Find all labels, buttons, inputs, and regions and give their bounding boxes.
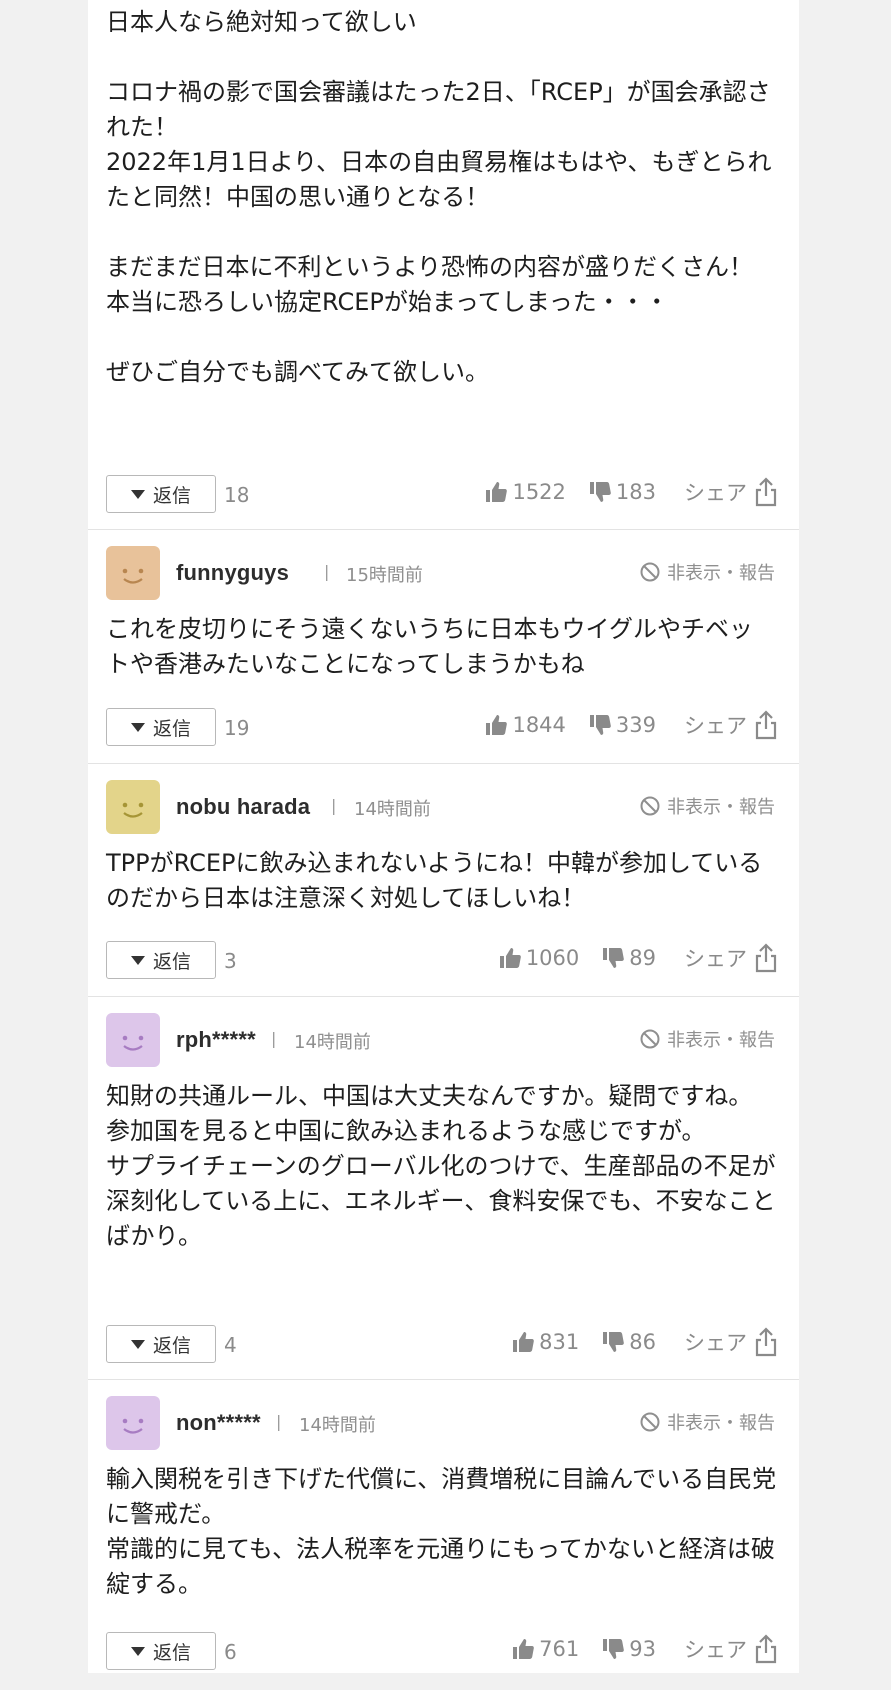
hide-report-link[interactable]: 非表示・報告	[639, 1026, 775, 1052]
comment-body: 日本人なら絶対知って欲しい コロナ禍の影で国会審議はたった2日、「RCEP」が国…	[106, 8, 772, 386]
comment-item: nobu harada | 14時間前 非表示・報告 TPPがRCEPに飲み込ま…	[88, 764, 799, 997]
reply-button[interactable]: 返信	[106, 1325, 216, 1363]
comment-item: 日本人なら絶対知って欲しい コロナ禍の影で国会審議はたった2日、「RCEP」が国…	[88, 0, 799, 530]
comment-actions: 返信 4 831 86 シェア	[106, 1325, 777, 1367]
vote-bar: 761 93 シェア	[511, 1634, 777, 1664]
comment-actions: 返信 19 1844 339 シェア	[106, 708, 777, 750]
thumbs-down-icon	[589, 482, 611, 502]
share-button[interactable]: シェア	[684, 477, 777, 507]
divider: |	[331, 796, 337, 815]
avatar[interactable]	[106, 1013, 160, 1067]
timestamp: 14時間前	[354, 799, 431, 820]
caret-down-icon	[130, 722, 145, 732]
hide-report-link[interactable]: 非表示・報告	[639, 793, 775, 819]
dislike-button[interactable]: 339	[588, 713, 656, 737]
reply-count: 6	[224, 1640, 237, 1664]
thumbs-down-icon	[603, 1639, 625, 1659]
like-button[interactable]: 1522	[484, 480, 566, 504]
thumbs-up-icon	[486, 715, 508, 735]
username[interactable]: funnyguys	[176, 560, 289, 586]
block-icon	[640, 796, 660, 816]
smiley-avatar-icon	[106, 1396, 160, 1450]
vote-bar: 831 86 シェア	[511, 1327, 777, 1357]
comment-item: non***** | 14時間前 非表示・報告 輸入関税を引き下げた代償に、消費…	[88, 1380, 799, 1690]
reply-button[interactable]: 返信	[106, 475, 216, 513]
like-button[interactable]: 1844	[484, 713, 566, 737]
thumbs-up-icon	[513, 1639, 535, 1659]
like-button[interactable]: 1060	[498, 946, 579, 970]
comment-header: rph***** | 14時間前 非表示・報告	[106, 1013, 775, 1069]
caret-down-icon	[130, 1646, 145, 1656]
block-icon	[640, 1029, 660, 1049]
dislike-button[interactable]: 89	[601, 946, 656, 970]
smiley-avatar-icon	[106, 546, 160, 600]
reply-count: 19	[224, 716, 250, 740]
comment-header: non***** | 14時間前 非表示・報告	[106, 1396, 775, 1452]
thumbs-up-icon	[513, 1332, 535, 1352]
share-button[interactable]: シェア	[684, 943, 777, 973]
comment-feed: 日本人なら絶対知って欲しい コロナ禍の影で国会審議はたった2日、「RCEP」が国…	[88, 0, 799, 1673]
caret-down-icon	[130, 955, 145, 965]
comment-header: funnyguys | 15時間前 非表示・報告	[106, 546, 775, 602]
block-icon	[640, 562, 660, 582]
vote-bar: 1522 183 シェア	[484, 477, 777, 507]
timestamp: 15時間前	[346, 565, 423, 586]
reply-count: 3	[224, 949, 237, 973]
comment-actions: 返信 3 1060 89 シェア	[106, 941, 777, 983]
like-button[interactable]: 831	[511, 1330, 579, 1354]
thumbs-up-icon	[499, 948, 521, 968]
like-button[interactable]: 761	[511, 1637, 579, 1661]
dislike-button[interactable]: 183	[588, 480, 656, 504]
thumbs-down-icon	[603, 1332, 625, 1352]
reply-button[interactable]: 返信	[106, 1632, 216, 1670]
timestamp: 14時間前	[299, 1415, 376, 1436]
share-icon	[755, 1327, 777, 1357]
thumbs-down-icon	[589, 715, 611, 735]
comment-actions: 返信 6 761 93 シェア	[106, 1632, 777, 1674]
divider: |	[276, 1412, 282, 1431]
reply-count: 18	[224, 483, 250, 507]
smiley-avatar-icon	[106, 1013, 160, 1067]
hide-report-link[interactable]: 非表示・報告	[639, 1409, 775, 1435]
comment-actions: 返信 18 1522 183 シェア	[106, 475, 777, 517]
hide-report-link[interactable]: 非表示・報告	[639, 559, 775, 585]
caret-down-icon	[130, 1339, 145, 1349]
block-icon	[640, 1412, 660, 1432]
smiley-avatar-icon	[106, 780, 160, 834]
share-icon	[755, 477, 777, 507]
comment-body: 知財の共通ルール、中国は大丈夫なんですか。疑問ですね。 参加国を見ると中国に飲み…	[106, 1082, 776, 1250]
caret-down-icon	[130, 489, 145, 499]
comment-body: これを皮切りにそう遠くないうちに日本もウイグルやチベットや香港みたいなことになっ…	[106, 615, 754, 678]
vote-bar: 1060 89 シェア	[498, 943, 777, 973]
username[interactable]: non*****	[176, 1410, 261, 1436]
reply-count: 4	[224, 1333, 237, 1357]
reply-button[interactable]: 返信	[106, 708, 216, 746]
avatar[interactable]	[106, 780, 160, 834]
comment-body: TPPがRCEPに飲み込まれないようにね！中韓が参加しているのだから日本は注意深…	[106, 849, 763, 912]
username[interactable]: rph*****	[176, 1027, 256, 1053]
thumbs-down-icon	[603, 948, 625, 968]
timestamp: 14時間前	[294, 1032, 371, 1053]
avatar[interactable]	[106, 546, 160, 600]
share-icon	[755, 1634, 777, 1664]
share-button[interactable]: シェア	[684, 1634, 777, 1664]
dislike-button[interactable]: 86	[601, 1330, 656, 1354]
dislike-button[interactable]: 93	[601, 1637, 656, 1661]
comment-item: funnyguys | 15時間前 非表示・報告 これを皮切りにそう遠くないうち…	[88, 530, 799, 764]
vote-bar: 1844 339 シェア	[484, 710, 777, 740]
comment-body: 輸入関税を引き下げた代償に、消費増税に目論んでいる自民党に警戒だ。 常識的に見て…	[106, 1465, 777, 1598]
thumbs-up-icon	[486, 482, 508, 502]
share-button[interactable]: シェア	[684, 710, 777, 740]
share-button[interactable]: シェア	[684, 1327, 777, 1357]
reply-button[interactable]: 返信	[106, 941, 216, 979]
avatar[interactable]	[106, 1396, 160, 1450]
share-icon	[755, 943, 777, 973]
username[interactable]: nobu harada	[176, 794, 310, 820]
comment-header: nobu harada | 14時間前 非表示・報告	[106, 780, 775, 836]
share-icon	[755, 710, 777, 740]
comment-item: rph***** | 14時間前 非表示・報告 知財の共通ルール、中国は大丈夫な…	[88, 997, 799, 1380]
divider: |	[324, 562, 330, 581]
divider: |	[271, 1029, 277, 1048]
